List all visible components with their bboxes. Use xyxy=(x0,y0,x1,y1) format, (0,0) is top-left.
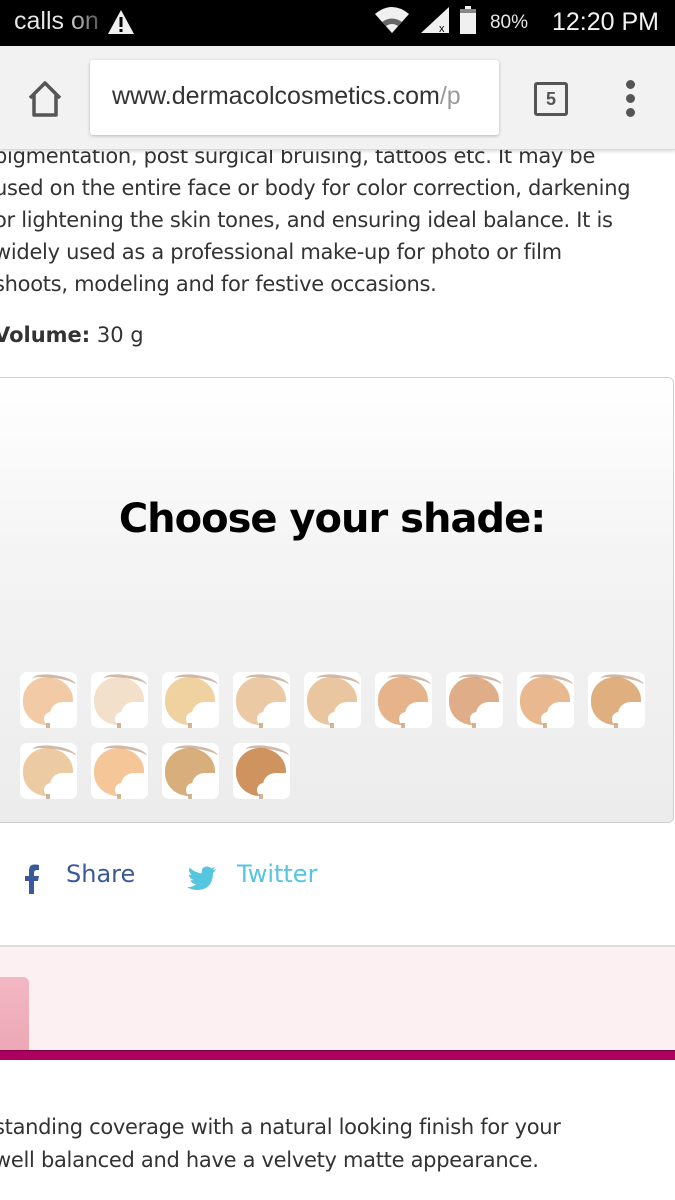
system-indicators: x 80% 12:20 PM xyxy=(374,6,659,39)
product-volume: Volume: 30 g xyxy=(0,323,144,347)
tab-content-text: standing coverage with a natural looking… xyxy=(0,1111,675,1177)
swatch-grid xyxy=(20,672,660,799)
volume-value: 30 g xyxy=(96,323,144,347)
shade-swatch[interactable] xyxy=(233,672,290,728)
shade-picker: Choose your shade: xyxy=(0,377,674,823)
description-line: used on the entire face or body for colo… xyxy=(0,176,631,200)
shade-drip xyxy=(401,723,405,728)
notification-text: calls on xyxy=(14,7,99,35)
shade-swatch[interactable] xyxy=(162,743,219,799)
shade-drip xyxy=(330,723,334,728)
shade-swatch[interactable] xyxy=(588,672,645,728)
shade-swatch[interactable] xyxy=(91,672,148,728)
content-line: standing coverage with a natural looking… xyxy=(0,1115,561,1139)
address-bar[interactable]: www.dermacolcosmetics.com/p xyxy=(90,60,499,135)
warning-triangle-icon xyxy=(107,9,135,35)
home-icon xyxy=(28,81,62,117)
shade-drip xyxy=(472,723,476,728)
shade-drip xyxy=(46,794,50,799)
shade-drip xyxy=(614,723,618,728)
facebook-icon[interactable] xyxy=(22,864,42,894)
svg-text:x: x xyxy=(439,23,445,34)
shade-swatch[interactable] xyxy=(233,743,290,799)
facebook-share-link[interactable]: Share xyxy=(66,860,135,888)
content-line: well balanced and have a velvety matte a… xyxy=(0,1148,539,1172)
product-description: pigmentation, post surgical bruising, ta… xyxy=(0,140,675,300)
twitter-icon[interactable] xyxy=(187,866,217,892)
status-bar: calls on x 80% 12:20 PM xyxy=(0,0,675,46)
twitter-share-link[interactable]: Twitter xyxy=(237,860,317,888)
url-text: www.dermacolcosmetics.com/p xyxy=(112,82,461,111)
description-line: shoots, modeling and for festive occasio… xyxy=(0,272,437,296)
social-share: Share Twitter xyxy=(0,850,675,906)
shade-drip xyxy=(117,723,121,728)
shade-swatch[interactable] xyxy=(304,672,361,728)
battery-percent: 80% xyxy=(489,11,528,33)
url-host: www.dermacolcosmetics.com xyxy=(112,82,440,110)
shade-swatch[interactable] xyxy=(20,672,77,728)
shade-swatch[interactable] xyxy=(517,672,574,728)
tab-underline-bar xyxy=(0,1050,675,1060)
shade-drip xyxy=(259,723,263,728)
tab-button[interactable] xyxy=(0,977,29,1053)
description-line: or lightening the skin tones, and ensuri… xyxy=(0,208,613,232)
shade-swatch[interactable] xyxy=(375,672,432,728)
battery-icon xyxy=(459,6,476,39)
wifi-icon xyxy=(374,6,410,39)
shade-picker-title: Choose your shade: xyxy=(118,496,546,542)
shade-swatch[interactable] xyxy=(20,743,77,799)
shade-drip xyxy=(188,794,192,799)
tab-switcher-button[interactable]: 5 xyxy=(534,82,568,116)
notification-area: calls on xyxy=(14,7,135,36)
browser-toolbar: www.dermacolcosmetics.com/p 5 xyxy=(0,46,675,150)
shade-drip xyxy=(117,794,121,799)
tab-strip xyxy=(0,945,675,1053)
shade-swatch[interactable] xyxy=(162,672,219,728)
shade-swatch[interactable] xyxy=(446,672,503,728)
volume-label: Volume: xyxy=(0,323,91,347)
shade-drip xyxy=(46,723,50,728)
shade-drip xyxy=(188,723,192,728)
more-vert-icon[interactable] xyxy=(620,80,642,118)
signal-no-service-icon: x xyxy=(420,6,450,39)
shade-drip xyxy=(543,723,547,728)
url-path: /p xyxy=(439,82,461,110)
home-button[interactable] xyxy=(24,78,66,120)
clock: 12:20 PM xyxy=(551,8,659,36)
shade-drip xyxy=(259,794,263,799)
description-line: widely used as a professional make-up fo… xyxy=(0,240,562,264)
shade-swatch[interactable] xyxy=(91,743,148,799)
